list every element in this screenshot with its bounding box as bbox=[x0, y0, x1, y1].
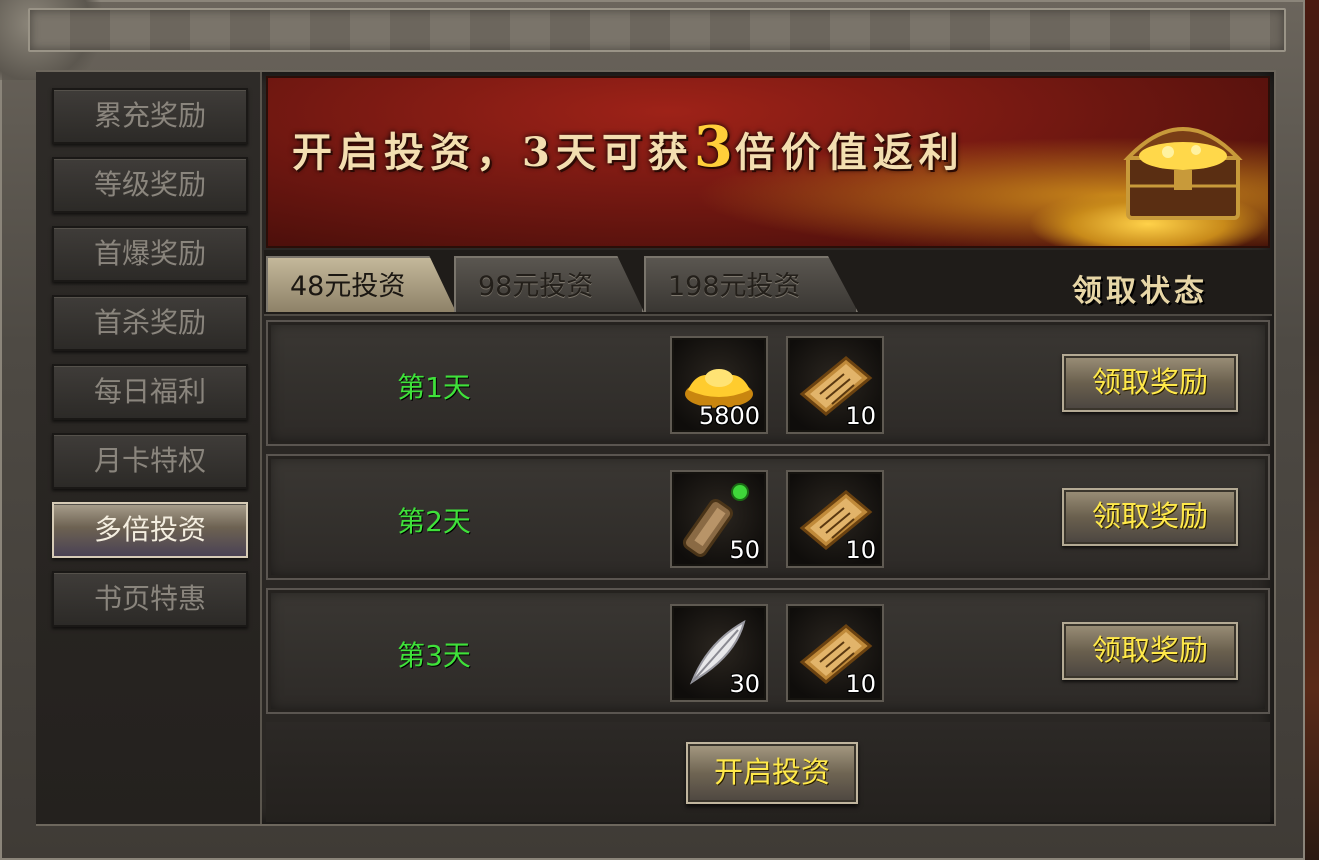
frame-top-ornament bbox=[28, 8, 1286, 52]
item-slot[interactable]: 5800 bbox=[670, 336, 768, 434]
sidebar-item-first-kill-reward[interactable]: 首杀奖励 bbox=[52, 295, 248, 351]
day-label: 第2天 bbox=[397, 505, 471, 538]
item-count: 10 bbox=[845, 402, 876, 430]
open-investment-button[interactable]: 开启投资 bbox=[686, 742, 858, 804]
item-slot[interactable]: 30 bbox=[670, 604, 768, 702]
banner-title-highlight: 3 bbox=[693, 114, 735, 180]
sidebar-item-first-drop-reward[interactable]: 首爆奖励 bbox=[52, 226, 248, 282]
day-label: 第3天 bbox=[397, 639, 471, 672]
tab-198-investment[interactable]: 198元投资 bbox=[644, 256, 858, 312]
item-count: 5800 bbox=[698, 402, 760, 430]
item-slot[interactable]: 50 bbox=[670, 470, 768, 568]
sidebar-item-daily-welfare[interactable]: 每日福利 bbox=[52, 364, 248, 420]
sidebar: 累充奖励 等级奖励 首爆奖励 首杀奖励 每日福利 月卡特权 多倍投资 书页特惠 bbox=[36, 72, 262, 824]
item-count: 30 bbox=[729, 670, 760, 698]
item-count: 10 bbox=[845, 670, 876, 698]
claim-reward-button[interactable]: 领取奖励 bbox=[1062, 354, 1238, 412]
claim-reward-button[interactable]: 领取奖励 bbox=[1062, 488, 1238, 546]
treasure-chest-icon bbox=[1123, 127, 1243, 220]
background-edge bbox=[1305, 0, 1319, 860]
day-label: 第1天 bbox=[397, 371, 471, 404]
tab-48-investment[interactable]: 48元投资 bbox=[266, 256, 456, 312]
banner-title-part2: 倍价值返利 bbox=[734, 129, 965, 176]
tab-98-investment[interactable]: 98元投资 bbox=[454, 256, 644, 312]
promo-banner: 开启投资，3天可获3倍价值返利 bbox=[266, 76, 1270, 248]
reward-row-day-3: 第3天 30 10 领取奖励 bbox=[266, 588, 1270, 714]
banner-title: 开启投资，3天可获3倍价值返利 bbox=[292, 114, 965, 180]
sidebar-item-recharge-reward[interactable]: 累充奖励 bbox=[52, 88, 248, 144]
reward-row-day-2: 第2天 50 10 领取奖励 bbox=[266, 454, 1270, 580]
banner-title-part1: 开启投资，3天可获 bbox=[292, 129, 694, 176]
item-count: 50 bbox=[729, 536, 760, 564]
item-slot[interactable]: 10 bbox=[786, 336, 884, 434]
claim-status-header: 领取状态 bbox=[1072, 274, 1208, 309]
claim-reward-button[interactable]: 领取奖励 bbox=[1062, 622, 1238, 680]
item-slot[interactable]: 10 bbox=[786, 604, 884, 702]
sidebar-item-level-reward[interactable]: 等级奖励 bbox=[52, 157, 248, 213]
sidebar-item-multi-investment[interactable]: 多倍投资 bbox=[52, 502, 248, 558]
item-count: 10 bbox=[845, 536, 876, 564]
sidebar-item-monthly-card[interactable]: 月卡特权 bbox=[52, 433, 248, 489]
reward-row-day-1: 第1天 5800 10 领取奖励 bbox=[266, 320, 1270, 446]
item-slot[interactable]: 10 bbox=[786, 470, 884, 568]
sidebar-item-book-page-deal[interactable]: 书页特惠 bbox=[52, 571, 248, 627]
